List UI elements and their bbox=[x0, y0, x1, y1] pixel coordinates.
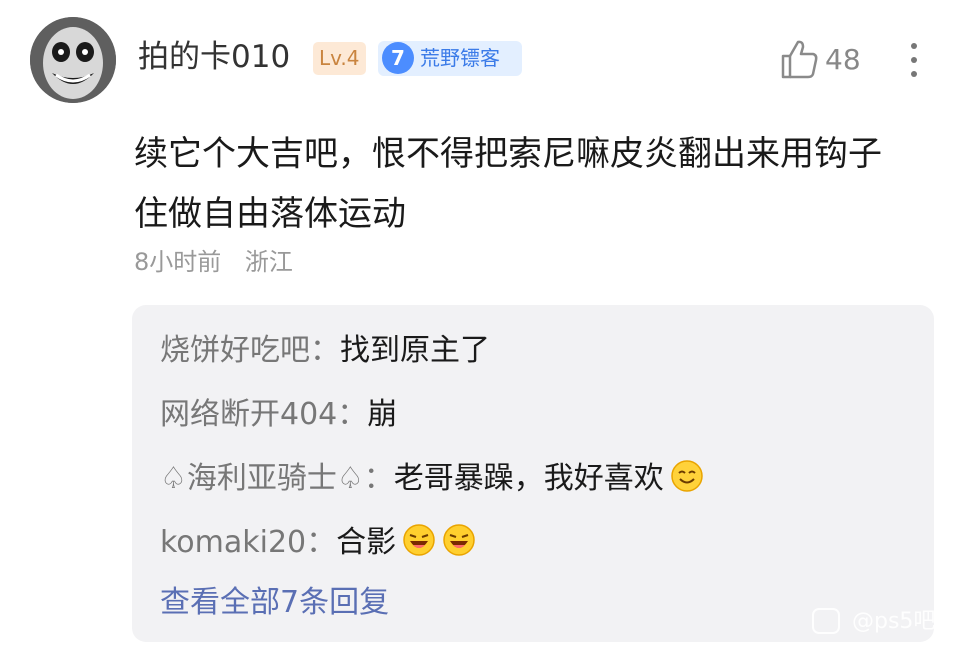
title-badge-label: 荒野镖客 bbox=[420, 46, 500, 70]
reply-text: 合影 bbox=[336, 525, 397, 560]
reply-item[interactable]: ♤海利亚骑士♤：老哥暴躁，我好喜欢 bbox=[160, 459, 704, 499]
reply-author[interactable]: 烧饼好吃吧 bbox=[160, 333, 310, 368]
reply-text: 找到原主了 bbox=[340, 333, 490, 368]
reply-separator: ： bbox=[306, 525, 337, 560]
reply-text: 崩 bbox=[367, 397, 398, 432]
comment-location: 浙江 bbox=[244, 248, 293, 276]
title-badge[interactable]: 7 荒野镖客 bbox=[378, 41, 522, 76]
level-badge: Lv.4 bbox=[313, 42, 366, 75]
comment-meta: 8小时前 浙江 bbox=[134, 246, 293, 278]
reply-item[interactable]: komaki20：合影 bbox=[160, 523, 476, 563]
reply-separator: ： bbox=[337, 397, 368, 432]
reply-item[interactable]: 网络断开404：崩 bbox=[160, 395, 397, 435]
username[interactable]: 拍的卡010 bbox=[138, 36, 290, 78]
view-all-replies-link[interactable]: 查看全部7条回复 bbox=[160, 583, 389, 623]
reply-separator: ： bbox=[363, 461, 394, 496]
reply-author[interactable]: komaki20 bbox=[160, 525, 306, 560]
title-badge-number: 7 bbox=[382, 42, 414, 74]
laugh-emoji bbox=[442, 523, 476, 557]
avatar[interactable] bbox=[30, 17, 116, 103]
reply-text: 老哥暴躁，我好喜欢 bbox=[393, 461, 664, 496]
thumbs-up-icon[interactable] bbox=[779, 38, 819, 80]
laugh-emoji bbox=[402, 523, 436, 557]
replies-box: 烧饼好吃吧：找到原主了 网络断开404：崩 ♤海利亚骑士♤：老哥暴躁，我好喜欢 … bbox=[132, 305, 934, 642]
vertical-dots-icon[interactable] bbox=[902, 40, 926, 80]
watermark-text: @ps5吧 bbox=[852, 609, 936, 634]
comment-text: 续它个大吉吧，恨不得把索尼嘛皮炎翻出来用钩子 住做自由落体运动 bbox=[134, 134, 916, 234]
watermark-icon bbox=[812, 608, 840, 634]
reply-author[interactable]: 网络断开404 bbox=[160, 397, 337, 432]
like-count: 48 bbox=[825, 43, 861, 76]
reply-item[interactable]: 烧饼好吃吧：找到原主了 bbox=[160, 331, 490, 371]
reply-separator: ： bbox=[310, 333, 340, 368]
comment-time: 8小时前 bbox=[134, 248, 222, 276]
watermark: @ps5吧 bbox=[812, 606, 959, 638]
reply-author[interactable]: ♤海利亚骑士♤ bbox=[160, 461, 364, 496]
smile-emoji bbox=[670, 459, 704, 493]
